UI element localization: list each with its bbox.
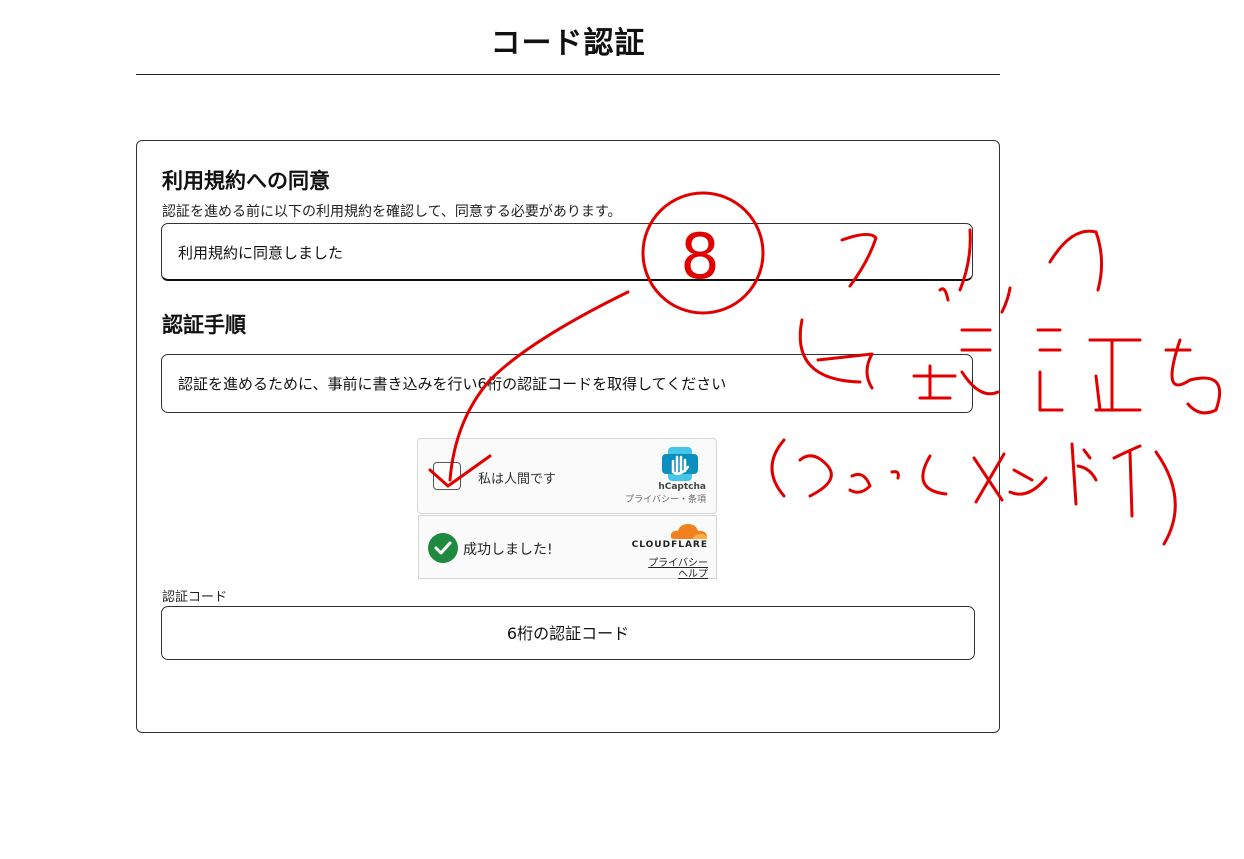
title-divider <box>136 74 1000 75</box>
code-input[interactable] <box>161 606 975 660</box>
code-label: 認証コード <box>162 590 228 605</box>
success-check-icon <box>428 533 458 563</box>
steps-box: 認証を進めるために、事前に書き込みを行い6桁の認証コードを取得してください <box>161 354 973 413</box>
terms-agreement-text: 利用規約に同意しました <box>178 244 344 262</box>
terms-description: 認証を進める前に以下の利用規約を確認して、同意する必要があります。 <box>162 204 622 220</box>
terms-agreement-box[interactable]: 利用規約に同意しました <box>161 223 973 281</box>
hcaptcha-terms-links[interactable]: プライバシー・条項 <box>625 492 706 505</box>
cloudflare-brand: CLOUDFLARE <box>631 540 708 550</box>
hcaptcha-checkbox[interactable] <box>433 462 461 490</box>
hcaptcha-label: 私は人間です <box>478 472 557 487</box>
steps-text: 認証を進めるために、事前に書き込みを行い6桁の認証コードを取得してください <box>178 375 727 393</box>
steps-heading: 認証手順 <box>162 313 246 337</box>
hcaptcha-widget: 私は人間です hCaptcha プライバシー・条項 <box>417 438 717 514</box>
cloudflare-status-label: 成功しました! <box>463 542 553 558</box>
verification-card: 利用規約への同意 認証を進める前に以下の利用規約を確認して、同意する必要がありま… <box>136 140 1000 733</box>
hcaptcha-brand: hCaptcha <box>658 482 706 492</box>
page-title: コード認証 <box>490 26 646 61</box>
cloudflare-turnstile-widget: 成功しました! CLOUDFLARE プライバシー ヘルプ <box>418 515 717 580</box>
terms-heading: 利用規約への同意 <box>162 169 330 193</box>
hcaptcha-logo-icon <box>662 447 698 485</box>
cloudflare-help-link[interactable]: ヘルプ <box>678 565 708 580</box>
